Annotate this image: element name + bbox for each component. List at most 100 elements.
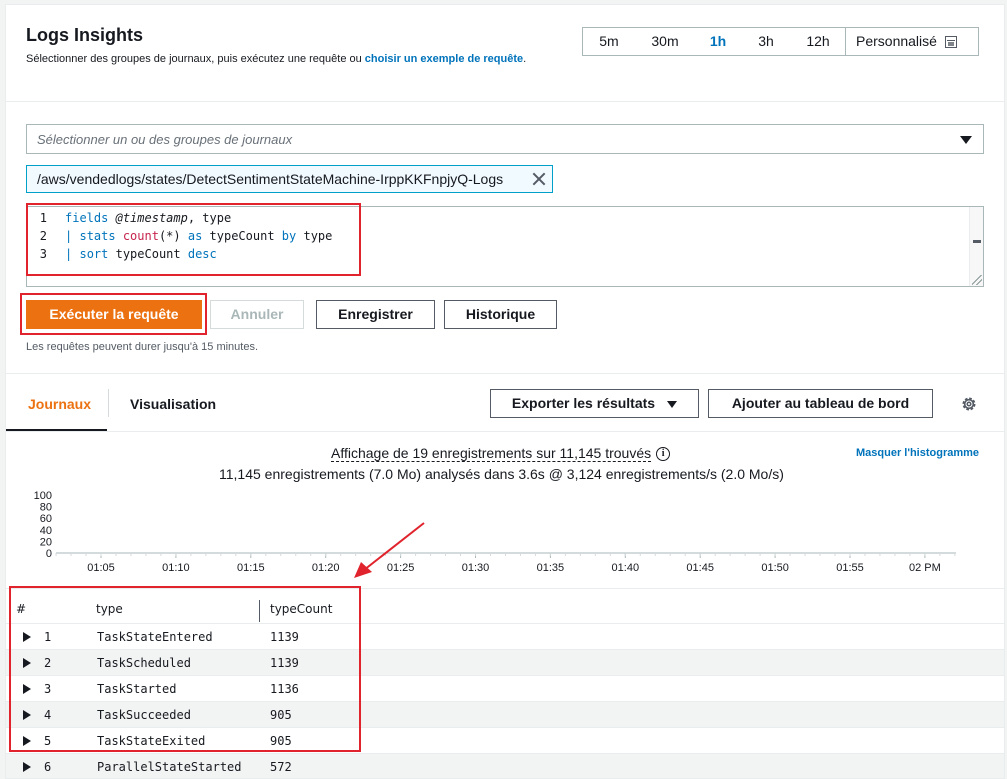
table-row[interactable]: 5 TaskStateExited 905: [6, 728, 1004, 754]
y-tick-label: 20: [40, 536, 52, 548]
x-tick-label: 01:35: [537, 562, 565, 574]
time-range-selector: 5m 30m 1h 3h 12h Personnalisé: [582, 27, 979, 56]
sample-query-link[interactable]: choisir un exemple de requête: [365, 53, 523, 65]
page-title: Logs Insights: [26, 25, 143, 45]
query-line-3: | sort typeCount desc: [65, 247, 217, 261]
row-typecount: 905: [270, 708, 292, 722]
line-number: 1: [39, 211, 47, 225]
history-button[interactable]: Historique: [444, 300, 557, 329]
row-index: 1: [44, 630, 52, 644]
info-icon[interactable]: i: [656, 446, 671, 461]
resize-handle[interactable]: [972, 275, 982, 285]
x-tick-label: 02 PM: [909, 562, 941, 574]
add-to-dashboard-button[interactable]: Ajouter au tableau de bord: [708, 389, 933, 418]
custom-label: Personnalisé: [856, 33, 937, 49]
time-range-12h[interactable]: 12h: [791, 28, 845, 55]
row-type: TaskStarted: [97, 682, 177, 696]
x-tick-label: 01:45: [686, 562, 714, 574]
editor-line-1: 1 fields @timestamp, type: [27, 209, 231, 227]
histogram-chart: 10080604020001:05 01:10 01:15 01:20 01:25 01:…: [34, 490, 956, 574]
query-line-1: fields @timestamp, type: [65, 211, 232, 225]
export-results-button[interactable]: Exporter les résultats: [490, 389, 699, 418]
query-editor[interactable]: 1 fields @timestamp, type 2 | stats coun…: [26, 206, 984, 287]
column-header-type[interactable]: type: [96, 589, 123, 625]
tab-logs[interactable]: Journaux: [28, 396, 91, 412]
column-header-index: #: [16, 602, 27, 616]
y-tick-label: 40: [40, 525, 52, 537]
logs-insights-page: Logs Insights Sélectionner des groupes d…: [5, 4, 1005, 779]
row-index: 6: [44, 760, 52, 774]
cancel-button[interactable]: Annuler: [210, 300, 304, 329]
time-range-custom[interactable]: Personnalisé: [845, 28, 978, 55]
row-typecount: 1139: [270, 630, 299, 644]
row-type: ParallelStateStarted: [97, 760, 242, 774]
y-tick-label: 0: [46, 548, 52, 560]
tab-visualization[interactable]: Visualisation: [130, 396, 216, 412]
export-label: Exporter les résultats: [511, 395, 656, 411]
row-type: TaskStateExited: [97, 734, 206, 748]
gear-icon[interactable]: [960, 395, 978, 413]
row-type: TaskStateEntered: [97, 630, 213, 644]
x-tick-label: 01:55: [836, 562, 864, 574]
caret-down-icon: [960, 136, 972, 144]
time-range-5m[interactable]: 5m: [583, 28, 635, 55]
table-row[interactable]: 2 TaskScheduled 1139: [6, 650, 1004, 676]
hide-histogram-link[interactable]: Masquer l'histogramme: [856, 447, 979, 459]
expand-row-icon[interactable]: [23, 684, 31, 694]
records-shown-summary: Affichage de 19 enregistrements sur 11,1…: [331, 445, 671, 462]
row-index: 3: [44, 682, 52, 696]
row-type: TaskScheduled: [97, 656, 191, 670]
y-tick-label: 60: [40, 513, 52, 525]
expand-row-icon[interactable]: [23, 658, 31, 668]
row-index: 4: [44, 708, 52, 722]
run-query-button[interactable]: Exécuter la requête: [26, 300, 202, 329]
y-tick-label: 100: [34, 490, 52, 502]
close-icon[interactable]: [532, 172, 546, 186]
save-button[interactable]: Enregistrer: [316, 300, 435, 329]
expand-row-icon[interactable]: [23, 762, 31, 772]
table-row[interactable]: 1 TaskStateEntered 1139: [6, 624, 1004, 650]
time-range-1h[interactable]: 1h: [695, 28, 741, 55]
log-group-name: /aws/vendedlogs/states/DetectSentimentSt…: [37, 171, 504, 187]
time-range-30m[interactable]: 30m: [635, 28, 695, 55]
records-shown-text: Affichage de 19 enregistrements sur 11,1…: [331, 445, 652, 462]
section-divider: [6, 373, 1004, 374]
row-typecount: 905: [270, 734, 292, 748]
expand-row-icon[interactable]: [23, 736, 31, 746]
calendar-icon: [944, 35, 957, 48]
caret-down-icon: [667, 400, 678, 408]
x-tick-label: 01:30: [462, 562, 490, 574]
column-resizer[interactable]: [259, 600, 260, 622]
tabs-bottom-border: [6, 431, 1004, 432]
selected-log-group-token: /aws/vendedlogs/states/DetectSentimentSt…: [26, 165, 553, 193]
query-duration-hint: Les requêtes peuvent durer jusqu'à 15 mi…: [26, 341, 259, 353]
time-range-3h[interactable]: 3h: [741, 28, 791, 55]
table-row[interactable]: 4 TaskSucceeded 905: [6, 702, 1004, 728]
y-tick-label: 80: [40, 502, 52, 514]
table-row[interactable]: 6 ParallelStateStarted 572: [6, 754, 1004, 778]
column-header-typecount[interactable]: typeCount: [270, 589, 332, 625]
x-tick-label: 01:40: [612, 562, 640, 574]
annotation-arrow: [354, 522, 425, 578]
row-typecount: 572: [270, 760, 292, 774]
table-row[interactable]: 3 TaskStarted 1136: [6, 676, 1004, 702]
page-description: Sélectionner des groupes de journaux, pu…: [26, 52, 546, 67]
expand-row-icon[interactable]: [23, 710, 31, 720]
line-number: 3: [39, 247, 47, 261]
x-tick-label: 01:05: [87, 562, 115, 574]
editor-line-2: 2 | stats count(*) as typeCount by type: [27, 227, 333, 245]
description-suffix: .: [523, 53, 527, 65]
line-number: 2: [39, 229, 47, 243]
page-header: Logs Insights Sélectionner des groupes d…: [6, 5, 1004, 102]
log-group-placeholder: Sélectionner un ou des groupes de journa…: [37, 131, 293, 147]
row-typecount: 1139: [270, 656, 299, 670]
x-tick-label: 01:15: [237, 562, 265, 574]
row-index: 2: [44, 656, 52, 670]
x-tick-label: 01:10: [162, 562, 190, 574]
log-group-select[interactable]: Sélectionner un ou des groupes de journa…: [26, 124, 984, 154]
editor-line-3: 3 | sort typeCount desc: [27, 245, 217, 263]
table-header: # type typeCount: [6, 588, 1004, 625]
description-text: Sélectionner des groupes de journaux, pu…: [26, 53, 365, 65]
expand-row-icon[interactable]: [23, 632, 31, 642]
row-typecount: 1136: [270, 682, 299, 696]
